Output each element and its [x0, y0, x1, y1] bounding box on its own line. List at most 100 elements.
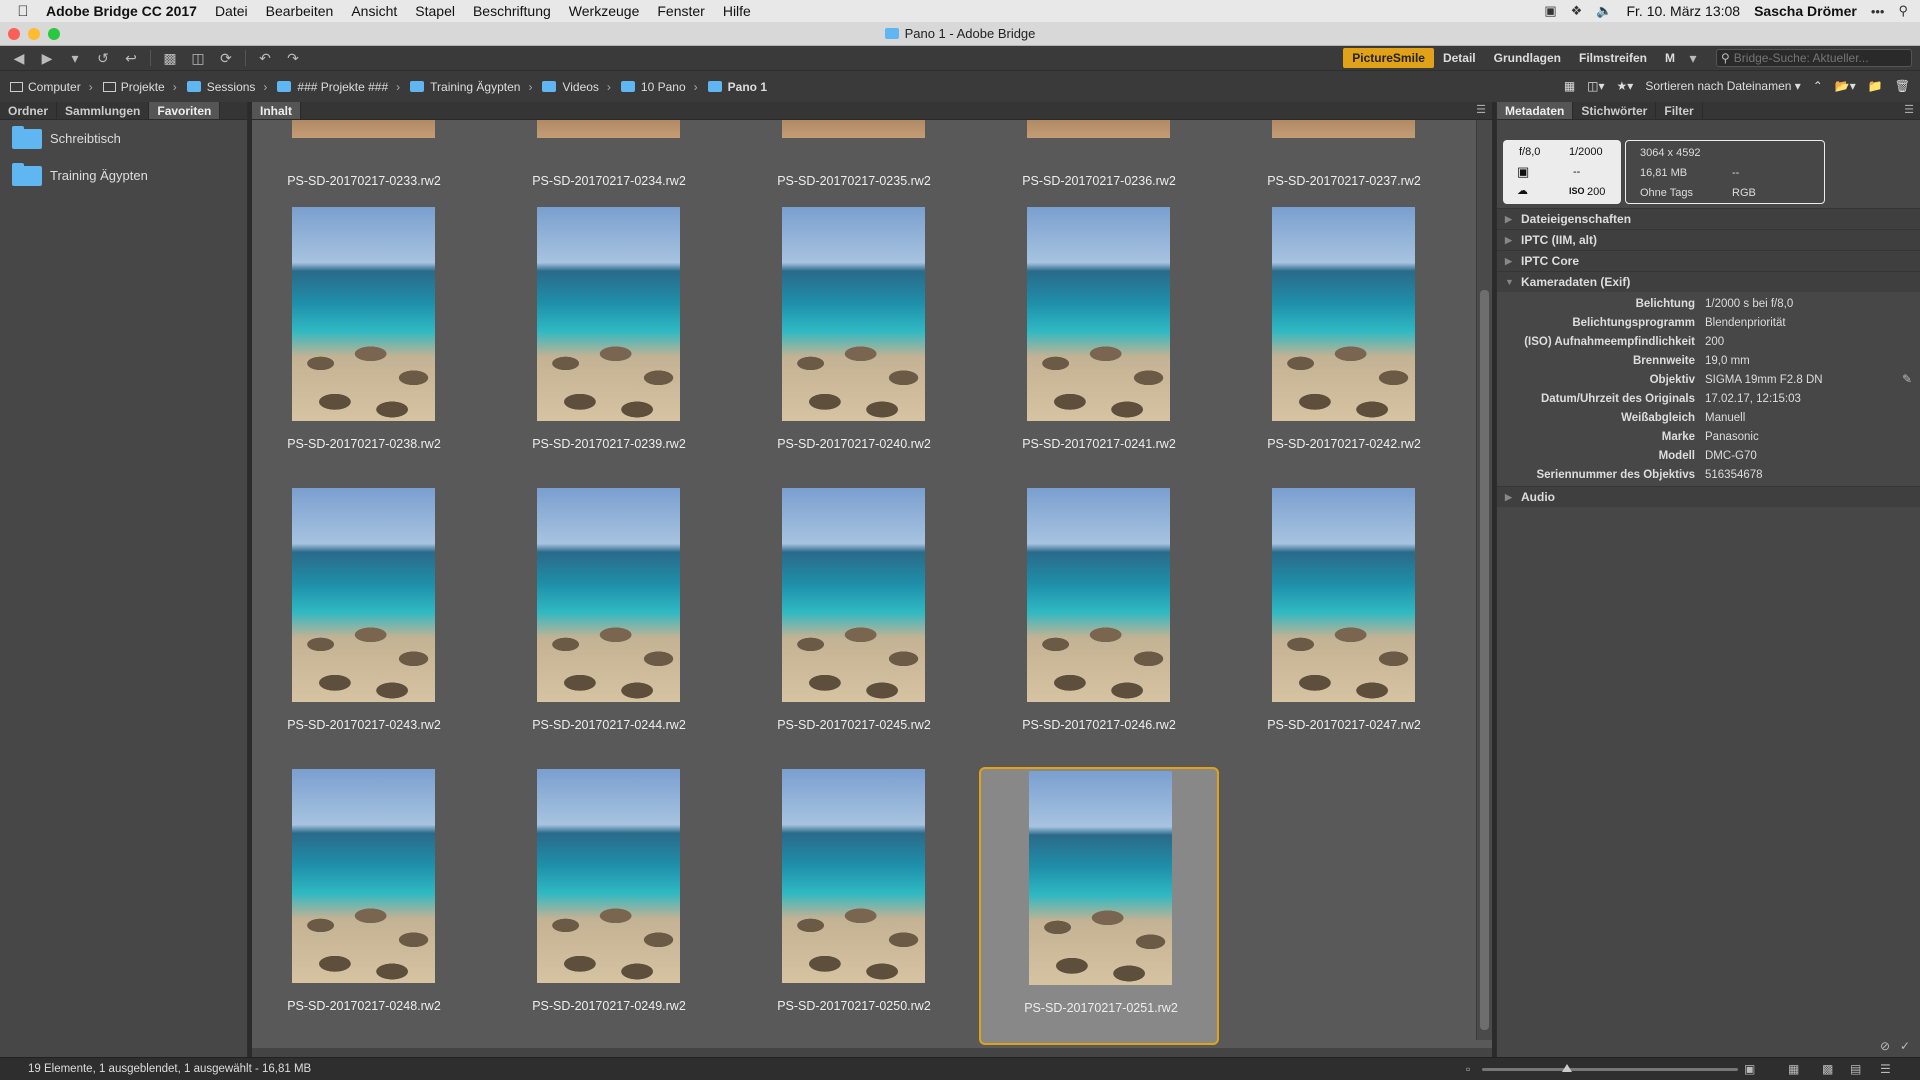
- menu-datei[interactable]: Datei: [215, 3, 248, 19]
- thumbnail-quality-icon[interactable]: ▦: [1564, 79, 1575, 93]
- thumbnail-image[interactable]: [537, 769, 680, 983]
- sort-direction-icon[interactable]: ⌃: [1813, 79, 1823, 93]
- thumbnail-image[interactable]: [1027, 488, 1170, 702]
- menu-werkzeuge[interactable]: Werkzeuge: [569, 3, 640, 19]
- refine-icon[interactable]: ◫: [189, 50, 207, 67]
- breadcrumb-projekte-hash[interactable]: ### Projekte ### ›: [277, 80, 400, 94]
- vertical-scrollbar[interactable]: [1476, 120, 1492, 1040]
- tab-inhalt[interactable]: Inhalt: [252, 102, 301, 119]
- thumbnail-item[interactable]: PS-SD-20170217-0240.rw2: [734, 205, 974, 483]
- workspace-dropdown-icon[interactable]: ▾: [1684, 50, 1702, 67]
- thumbnail-item[interactable]: PS-SD-20170217-0238.rw2: [252, 205, 484, 483]
- tab-filter[interactable]: Filter: [1656, 102, 1703, 119]
- new-folder-icon[interactable]: 📁: [1868, 79, 1883, 93]
- tab-stichwoerter[interactable]: Stichwörter: [1573, 102, 1657, 119]
- thumbnail-image[interactable]: [537, 207, 680, 421]
- section-dateieigenschaften[interactable]: ▶ Dateieigenschaften: [1497, 208, 1920, 229]
- menu-beschriftung[interactable]: Beschriftung: [473, 3, 551, 19]
- breadcrumb-computer[interactable]: Computer ›: [10, 80, 93, 94]
- thumbnail-size-slider[interactable]: [1482, 1064, 1738, 1072]
- rotate-left-icon[interactable]: ↶: [256, 50, 274, 67]
- thumbnail-image[interactable]: [782, 488, 925, 702]
- window-zoom-button[interactable]: [48, 28, 60, 40]
- menu-bearbeiten[interactable]: Bearbeiten: [266, 3, 334, 19]
- thumbnail-image[interactable]: [292, 769, 435, 983]
- sort-dropdown[interactable]: Sortieren nach Dateinamen ▾: [1645, 79, 1800, 93]
- more-icon[interactable]: •••: [1871, 4, 1885, 19]
- boomerang-icon[interactable]: ↩: [122, 50, 140, 67]
- dropbox-icon[interactable]: ❖: [1571, 3, 1583, 19]
- menu-hilfe[interactable]: Hilfe: [723, 3, 751, 19]
- section-kameradaten[interactable]: ▼ Kameradaten (Exif): [1497, 271, 1920, 292]
- workspace-picturesmile[interactable]: PictureSmile: [1343, 48, 1434, 68]
- thumbnail-item[interactable]: PS-SD-20170217-0243.rw2: [252, 486, 484, 764]
- favorite-training-aegypten[interactable]: Training Ägypten: [0, 157, 247, 194]
- view-thumbnails-icon[interactable]: ▩: [1822, 1062, 1833, 1076]
- tab-ordner[interactable]: Ordner: [0, 102, 58, 119]
- thumbnail-image[interactable]: [1029, 771, 1172, 985]
- thumbnail-image[interactable]: [292, 488, 435, 702]
- thumbnail-image[interactable]: [1027, 207, 1170, 421]
- screen-capture-icon[interactable]: ▣: [1544, 3, 1556, 19]
- thumbnail-image[interactable]: [292, 207, 435, 421]
- thumbnail-image[interactable]: [292, 120, 435, 138]
- workspace-grundlagen[interactable]: Grundlagen: [1485, 51, 1570, 65]
- tab-metadaten[interactable]: Metadaten: [1497, 102, 1574, 119]
- thumbnail-item[interactable]: PS-SD-20170217-0245.rw2: [734, 486, 974, 764]
- view-options-icon[interactable]: ◫▾: [1587, 79, 1604, 93]
- rating-filter-icon[interactable]: ★▾: [1617, 79, 1634, 93]
- slider-knob[interactable]: [1562, 1064, 1572, 1072]
- thumbnail-item[interactable]: PS-SD-20170217-0250.rw2: [734, 767, 974, 1045]
- menubar-user[interactable]: Sascha Drömer: [1754, 3, 1857, 19]
- thumbnail-item[interactable]: PS-SD-20170217-0247.rw2: [1224, 486, 1464, 764]
- section-audio[interactable]: ▶ Audio: [1497, 486, 1920, 507]
- thumbnail-item[interactable]: PS-SD-20170217-0246.rw2: [979, 486, 1219, 764]
- breadcrumb-10-pano[interactable]: 10 Pano ›: [620, 80, 698, 94]
- zoom-out-icon[interactable]: ▫: [1466, 1062, 1470, 1076]
- view-list-icon[interactable]: ☰: [1880, 1062, 1891, 1076]
- section-iptc-core[interactable]: ▶ IPTC Core: [1497, 250, 1920, 271]
- thumbnail-item[interactable]: PS-SD-20170217-0251.rw2: [979, 767, 1219, 1045]
- volume-icon[interactable]: 🔈: [1596, 3, 1612, 19]
- menubar-clock[interactable]: Fr. 10. März 13:08: [1626, 3, 1740, 19]
- search-input[interactable]: [1733, 51, 1904, 65]
- grid-lock-icon[interactable]: ▦: [1788, 1062, 1799, 1076]
- thumbnail-item[interactable]: PS-SD-20170217-0248.rw2: [252, 767, 484, 1045]
- cancel-icon[interactable]: ⊘: [1880, 1039, 1890, 1053]
- thumbnail-image[interactable]: [537, 488, 680, 702]
- thumbnail-item[interactable]: PS-SD-20170217-0241.rw2: [979, 205, 1219, 483]
- thumbnail-image[interactable]: [782, 207, 925, 421]
- apple-icon[interactable]: : [0, 3, 46, 20]
- breadcrumb-pano-1[interactable]: Pano 1: [707, 80, 767, 94]
- horizontal-scrollbar[interactable]: [252, 1048, 1492, 1057]
- breadcrumb-videos[interactable]: Videos ›: [542, 80, 611, 94]
- tab-sammlungen[interactable]: Sammlungen: [57, 102, 150, 119]
- trash-icon[interactable]: 🗑: [1895, 79, 1910, 93]
- menu-stapel[interactable]: Stapel: [415, 3, 455, 19]
- thumbnail-item[interactable]: PS-SD-20170217-0239.rw2: [489, 205, 729, 483]
- section-iptc-iim[interactable]: ▶ IPTC (IIM, alt): [1497, 229, 1920, 250]
- menu-ansicht[interactable]: Ansicht: [351, 3, 397, 19]
- thumbnail-item[interactable]: PS-SD-20170217-0249.rw2: [489, 767, 729, 1045]
- get-photos-camera-icon[interactable]: ▩: [161, 50, 179, 67]
- open-in-raw-icon[interactable]: ⟳: [217, 50, 235, 67]
- workspace-filmstreifen[interactable]: Filmstreifen: [1570, 51, 1656, 65]
- window-minimize-button[interactable]: [28, 28, 40, 40]
- thumbnail-image[interactable]: [782, 120, 925, 138]
- menu-fenster[interactable]: Fenster: [657, 3, 704, 19]
- favorite-schreibtisch[interactable]: Schreibtisch: [0, 120, 247, 157]
- thumbnail-image[interactable]: [537, 120, 680, 138]
- thumbnail-image[interactable]: [1272, 207, 1415, 421]
- workspace-detail[interactable]: Detail: [1434, 51, 1485, 65]
- forward-arrow-icon[interactable]: ▶: [38, 50, 56, 67]
- thumbnail-image[interactable]: [1272, 488, 1415, 702]
- panel-menu-icon[interactable]: ☰: [1904, 103, 1914, 116]
- open-recent-icon[interactable]: 📂▾: [1835, 79, 1856, 93]
- recent-dropdown-icon[interactable]: ▾: [66, 50, 84, 67]
- window-close-button[interactable]: [8, 28, 20, 40]
- back-arrow-icon[interactable]: ◀: [10, 50, 28, 67]
- thumbnail-image[interactable]: [1272, 120, 1415, 138]
- view-details-icon[interactable]: ▤: [1850, 1062, 1861, 1076]
- thumbnail-image[interactable]: [782, 769, 925, 983]
- zoom-in-icon[interactable]: ▣: [1744, 1062, 1755, 1076]
